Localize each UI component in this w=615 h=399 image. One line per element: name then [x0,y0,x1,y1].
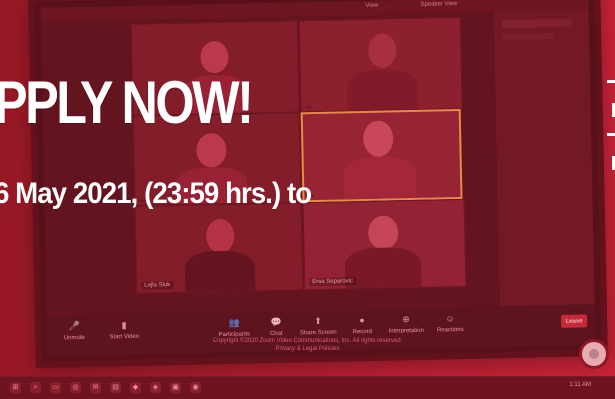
video-tile[interactable]: Lejla Sluk [134,202,304,294]
leave-meeting-button[interactable]: Leave [560,314,588,328]
app-icon[interactable]: ◆ [130,382,141,393]
share-screen-icon: ⬆ [314,315,322,327]
interpretation-button[interactable]: ⊕ Interpretation [381,314,431,335]
deadline-text: 6 May 2021, (23:59 hrs.) to [0,177,312,210]
zoom-footer: Copyright ©2020 Zoom Video Communication… [0,336,615,352]
record-button[interactable]: ● Record [337,315,387,336]
participant-name: Lejla Sluk [141,281,174,290]
view-menu[interactable]: View [365,3,378,9]
round-action-button[interactable] [579,339,609,369]
folder-icon[interactable]: ▭ [50,382,61,393]
reactions-button[interactable]: ☺ Reactions [425,313,475,334]
smile-icon: ☺ [445,313,455,324]
participant-name: Ersa Separovic [309,277,356,287]
mail-icon[interactable]: ✉ [90,382,101,393]
video-grid: Lejla Sluk Ersa Separovic [130,16,467,294]
browser-icon[interactable]: ◎ [70,382,81,393]
record-icon: ● [359,315,365,326]
chat-icon: 💬 [270,316,282,328]
video-tile-active-speaker[interactable] [300,108,463,203]
share-screen-button[interactable]: ⬆ Share Screen [293,316,343,337]
side-panel [492,10,595,307]
camera-off-icon: ▮ [121,320,127,331]
participant-name [305,106,312,109]
privacy-link[interactable]: Privacy & Legal Policies [0,346,615,352]
app-icon[interactable]: ◉ [190,382,201,393]
speaker-view-toggle[interactable]: Speaker View [420,1,457,8]
people-icon: 👥 [228,317,240,328]
search-icon[interactable]: ⌕ [30,382,41,393]
app-icon[interactable]: ◈ [150,382,161,393]
app-icon[interactable]: ▣ [170,382,181,393]
os-taskbar: ⊞ ⌕ ▭ ◎ ✉ ▤ ◆ ◈ ▣ ◉ 1:11 AM [0,376,615,399]
taskbar-clock[interactable]: 1:11 AM [569,382,591,388]
globe-icon: ⊕ [402,314,410,325]
copyright-text: Copyright ©2020 Zoom Video Communication… [212,338,403,344]
start-icon[interactable]: ⊞ [10,382,21,393]
apply-now-headline: PPLY NOW! [0,69,254,136]
video-tile[interactable]: Ersa Separovic [302,198,467,291]
video-tile[interactable] [298,16,463,113]
mic-off-icon: 🎤 [68,321,80,332]
background-photo: View Speaker View Lejla Sluk Ersa Separo… [0,0,615,399]
circle-icon [589,349,599,359]
cropped-text-marks [607,80,615,186]
store-icon[interactable]: ▤ [110,382,121,393]
